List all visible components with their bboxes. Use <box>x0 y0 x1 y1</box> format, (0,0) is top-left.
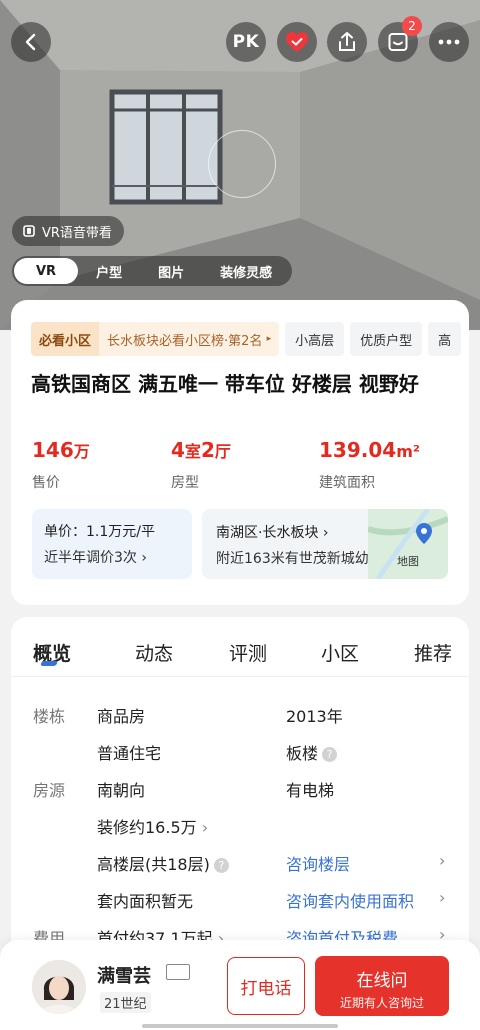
feature-tag: 优质户型 <box>350 322 423 356</box>
rooms-label: 房型 <box>171 475 199 491</box>
ask-floor-link[interactable]: 咨询楼层 <box>286 851 350 875</box>
listing-photo[interactable]: PK 2 VR语音带看 VR 户型 图片 装修灵感 <box>0 0 480 330</box>
location-text: 南湖区·长水板块 <box>216 525 319 541</box>
vr-voice-label: VR语音带看 <box>42 225 112 241</box>
more-button[interactable] <box>429 22 469 62</box>
agent-name: 满雪芸 <box>97 966 151 987</box>
chevron-right-icon[interactable]: › <box>439 888 445 907</box>
detail-tabs: 概览 动态 评测 小区 推荐 <box>11 617 469 677</box>
structure-row: 板楼? <box>286 740 338 764</box>
agent-photo <box>32 960 86 1014</box>
rooms-stat: 4室2厅 房型 <box>171 438 231 492</box>
media-tab-floorplan[interactable]: 户型 <box>78 258 140 284</box>
ranking-tag-text: 长水板块必看小区榜·第2名 ▸ <box>99 322 280 356</box>
vr-voice-tour-button[interactable]: VR语音带看 <box>12 216 124 246</box>
rooms-living-unit: 厅 <box>214 442 231 461</box>
map-thumbnail[interactable]: 地图 <box>367 509 448 579</box>
share-icon <box>339 32 355 51</box>
media-tab-decor[interactable]: 装修灵感 <box>202 258 290 284</box>
residence-type: 普通住宅 <box>97 744 162 763</box>
notification-badge: 2 <box>402 16 422 36</box>
home-indicator[interactable] <box>142 1024 338 1028</box>
chevron-right-icon: › <box>322 525 329 541</box>
chevron-right-icon: › <box>201 818 209 837</box>
ask-inner-area-link[interactable]: 咨询套内使用面积 <box>286 888 414 912</box>
media-tab-photos[interactable]: 图片 <box>140 258 202 284</box>
area-value: 139.04 <box>319 438 397 462</box>
pk-compare-button[interactable]: PK <box>226 22 266 62</box>
rooms-living: 2 <box>200 438 215 462</box>
ranking-tag-title: 必看小区 <box>31 322 100 356</box>
feature-tag: 小高层 <box>285 322 345 356</box>
price-label: 售价 <box>32 475 60 491</box>
business-card-icon[interactable] <box>166 964 190 980</box>
contact-bar: 满雪芸 21世纪 打电话 在线问 近期有人咨询过 <box>0 940 480 1030</box>
call-button[interactable]: 打电话 <box>227 957 305 1015</box>
ranking-tag[interactable]: 必看小区 长水板块必看小区榜·第2名 ▸ <box>31 322 280 356</box>
unit-price-box[interactable]: 单价：1.1万元/平 近半年调价3次 › <box>32 509 192 579</box>
tab-indicator <box>40 661 58 666</box>
rooms-bedrooms-unit: 室 <box>184 442 201 461</box>
building-label: 楼栋 <box>33 707 66 726</box>
more-dots-icon <box>438 39 460 45</box>
caret-right-icon: ▸ <box>266 334 272 344</box>
floor-row: 高楼层(共18层)? <box>97 851 229 875</box>
price-change-text: 近半年调价3次 <box>44 550 137 566</box>
help-icon[interactable]: ? <box>322 747 338 762</box>
area-label: 建筑面积 <box>319 475 375 491</box>
agent-company: 21世纪 <box>100 992 151 1013</box>
vr-headset-icon <box>23 225 35 237</box>
price-stat: 146 万 售价 <box>32 438 90 492</box>
source-label: 房源 <box>33 781 66 800</box>
chevron-left-icon <box>25 33 36 51</box>
vr-hotspot[interactable] <box>208 130 276 198</box>
chat-button[interactable]: 在线问 近期有人咨询过 <box>315 956 449 1016</box>
agent-avatar[interactable] <box>32 960 86 1014</box>
orientation: 南朝向 <box>97 781 146 800</box>
area-stat: 139.04 m² 建筑面积 <box>319 438 420 492</box>
area-unit: m² <box>396 442 420 461</box>
media-tabs: VR 户型 图片 装修灵感 <box>12 256 293 286</box>
tag-row: 必看小区 长水板块必看小区榜·第2名 ▸ 小高层 优质户型 高 <box>31 322 469 356</box>
call-label: 打电话 <box>240 978 292 999</box>
share-button[interactable] <box>327 22 367 62</box>
listing-summary-card: 必看小区 长水板块必看小区榜·第2名 ▸ 小高层 优质户型 高 高铁国商区 满五… <box>11 300 469 605</box>
feature-tag: 高 <box>428 322 462 356</box>
chevron-right-icon: › <box>141 550 147 566</box>
rooms-bedrooms: 4 <box>171 438 185 462</box>
floor-info: 高楼层(共18层) <box>97 855 210 874</box>
messages-button[interactable]: 2 <box>378 16 422 62</box>
details-card: 概览 动态 评测 小区 推荐 楼栋 商品房 2013年 普通住宅 板楼? 房源 … <box>11 617 469 947</box>
price-unit: 万 <box>73 442 90 461</box>
built-year: 2013年 <box>286 707 343 726</box>
price-change-link: 近半年调价3次 › <box>44 547 192 567</box>
favorite-button[interactable] <box>277 22 317 62</box>
inner-area: 套内面积暂无 <box>97 892 194 911</box>
tab-updates[interactable]: 动态 <box>135 639 173 666</box>
ranking-tag-text-value: 长水板块必看小区榜·第2名 <box>107 333 263 349</box>
tab-community[interactable]: 小区 <box>321 639 359 666</box>
renovation-cost: 装修约16.5万 <box>97 818 197 837</box>
structure: 板楼 <box>286 744 319 763</box>
map-label: 地图 <box>397 555 419 568</box>
unit-price: 单价：1.1万元/平 <box>44 524 155 540</box>
back-button[interactable] <box>11 22 51 62</box>
building-type: 商品房 <box>97 707 146 726</box>
price-value: 146 <box>32 438 74 462</box>
location-box[interactable]: 南湖区·长水板块 › 附近163米有世茂新城幼… 地图 <box>202 509 448 579</box>
chevron-right-icon[interactable]: › <box>439 851 445 870</box>
chat-sub-label: 近期有人咨询过 <box>339 996 424 1010</box>
tab-review[interactable]: 评测 <box>229 639 267 666</box>
help-icon[interactable]: ? <box>213 858 229 873</box>
pk-label: PK <box>232 32 260 52</box>
chat-label: 在线问 <box>356 971 408 991</box>
renovation-row[interactable]: 装修约16.5万 › <box>97 814 208 838</box>
listing-title: 高铁国商区 满五唯一 带车位 好楼层 视野好 <box>31 372 419 396</box>
tab-recommend[interactable]: 推荐 <box>414 639 452 666</box>
elevator: 有电梯 <box>286 781 335 800</box>
media-tab-vr[interactable]: VR <box>14 258 79 284</box>
heart-check-icon <box>286 32 308 52</box>
